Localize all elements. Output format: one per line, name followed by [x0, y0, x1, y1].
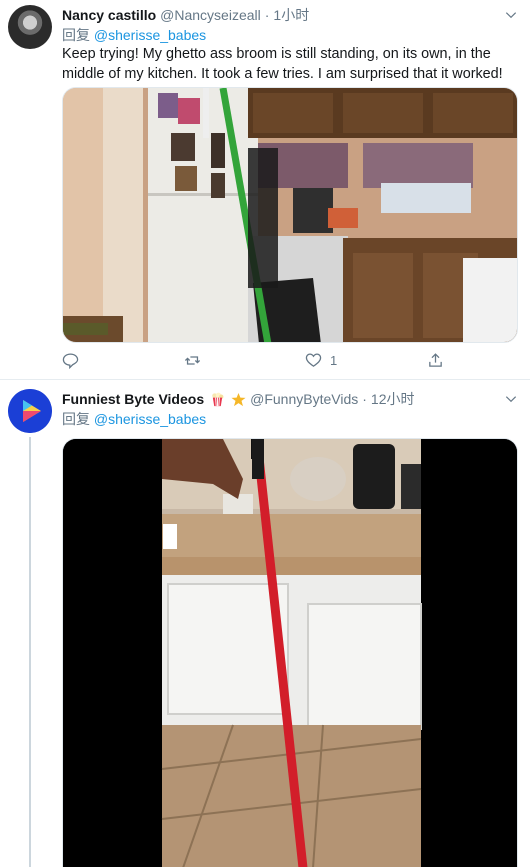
- chevron-down-icon[interactable]: [504, 8, 518, 22]
- user-name[interactable]: Nancy castillo: [62, 7, 156, 23]
- tweet-header: Funniest Byte Videos @FunnyByteVids · 12…: [62, 389, 414, 409]
- tweet-photo[interactable]: [62, 87, 518, 343]
- action-bar: 1: [62, 352, 462, 372]
- user-handle[interactable]: @FunnyByteVids: [250, 391, 358, 407]
- thread-line: [29, 437, 31, 867]
- kitchen-video-frame: [63, 439, 517, 867]
- reply-to: 回复 @sherisse_babes: [62, 25, 206, 45]
- like-button[interactable]: 1: [305, 352, 337, 369]
- kitchen-photo: [63, 88, 517, 342]
- play-logo-icon: [8, 389, 52, 433]
- share-icon: [429, 353, 442, 367]
- separator: ·: [264, 7, 270, 23]
- mention-link[interactable]: @sherisse_babes: [94, 411, 206, 427]
- reply-prefix: 回复: [62, 27, 90, 43]
- share-button[interactable]: [427, 352, 444, 369]
- tweet-header: Nancy castillo @Nancyseizeall · 1小时: [62, 5, 309, 25]
- separator: ·: [362, 391, 367, 407]
- user-name[interactable]: Funniest Byte Videos: [62, 391, 204, 407]
- retweet-icon: [184, 356, 201, 365]
- avatar[interactable]: [8, 5, 52, 49]
- heart-icon: [305, 353, 322, 367]
- chevron-down-icon[interactable]: [504, 392, 518, 406]
- popcorn-icon: [210, 392, 225, 407]
- tweet-text: Keep trying! My ghetto ass broom is stil…: [62, 46, 503, 82]
- user-handle[interactable]: @Nancyseizeall: [160, 7, 261, 23]
- reply-to: 回复 @sherisse_babes: [62, 409, 206, 429]
- timestamp[interactable]: 1小时: [273, 5, 309, 25]
- star-icon: [231, 392, 246, 407]
- reply-icon: [62, 353, 79, 369]
- timestamp[interactable]: 12小时: [371, 389, 415, 409]
- tweet[interactable]: Nancy castillo @Nancyseizeall · 1小时 回复 @…: [0, 0, 530, 380]
- reply-button[interactable]: [62, 352, 87, 369]
- tweet-video[interactable]: [62, 438, 518, 867]
- mention-link[interactable]: @sherisse_babes: [94, 27, 206, 43]
- retweet-button[interactable]: [184, 352, 209, 369]
- avatar[interactable]: [8, 389, 52, 433]
- reply-prefix: 回复: [62, 411, 90, 427]
- like-count: 1: [330, 353, 338, 368]
